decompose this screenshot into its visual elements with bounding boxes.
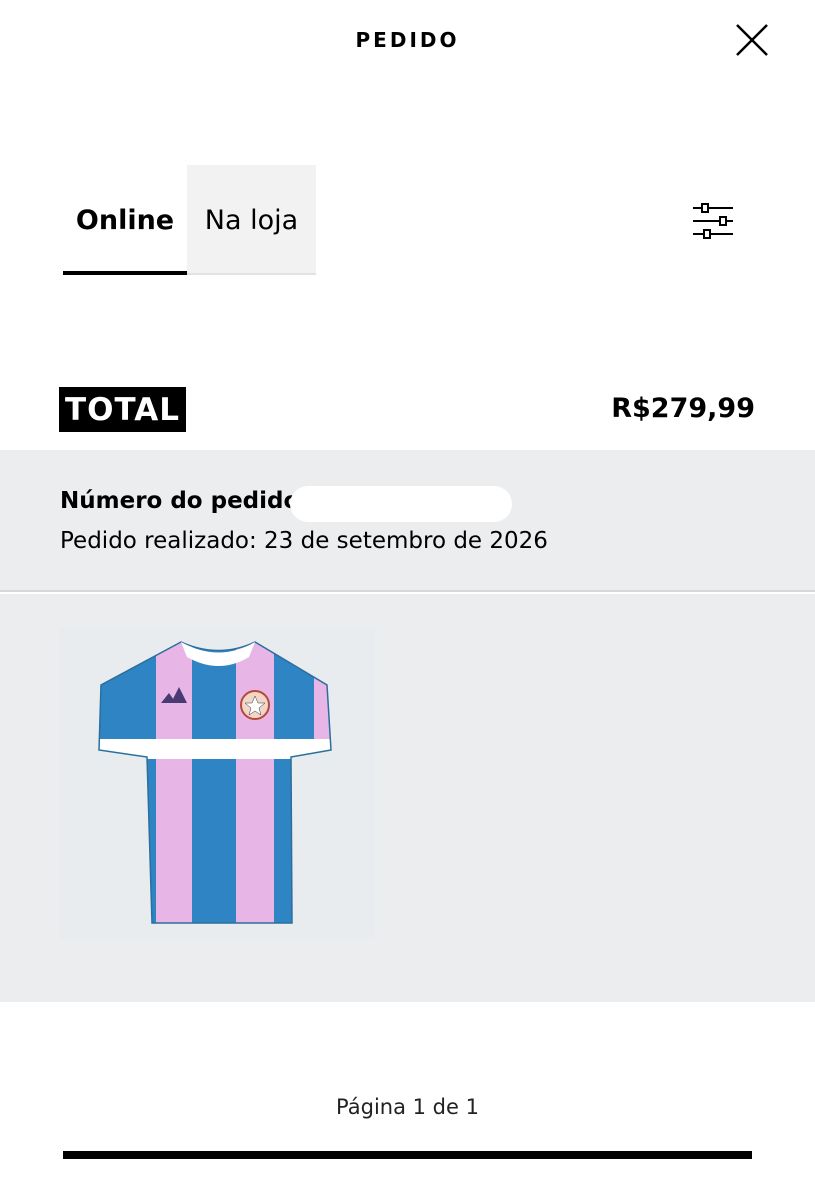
total-label: TOTAL bbox=[59, 387, 186, 432]
product-list bbox=[0, 594, 815, 1002]
filter-button[interactable] bbox=[690, 203, 736, 239]
close-icon bbox=[736, 24, 768, 56]
tab-na-loja[interactable]: Na loja bbox=[187, 165, 316, 275]
close-button[interactable] bbox=[734, 22, 770, 58]
order-info-panel: Número do pedido: Pedido realizado: 23 d… bbox=[0, 450, 815, 592]
bottom-divider bbox=[63, 1151, 752, 1159]
jersey-image bbox=[98, 641, 332, 924]
order-number-label: Número do pedido: bbox=[60, 488, 309, 514]
pagination: Página 1 de 1 bbox=[336, 1095, 479, 1119]
product-image[interactable] bbox=[59, 627, 375, 939]
order-date: Pedido realizado: 23 de setembro de 2026 bbox=[60, 528, 548, 554]
total-value: R$279,99 bbox=[611, 393, 755, 424]
order-number-redacted bbox=[290, 486, 512, 522]
page-title: PEDIDO bbox=[355, 28, 460, 52]
sliders-icon bbox=[693, 203, 733, 239]
tab-online[interactable]: Online bbox=[63, 165, 187, 275]
